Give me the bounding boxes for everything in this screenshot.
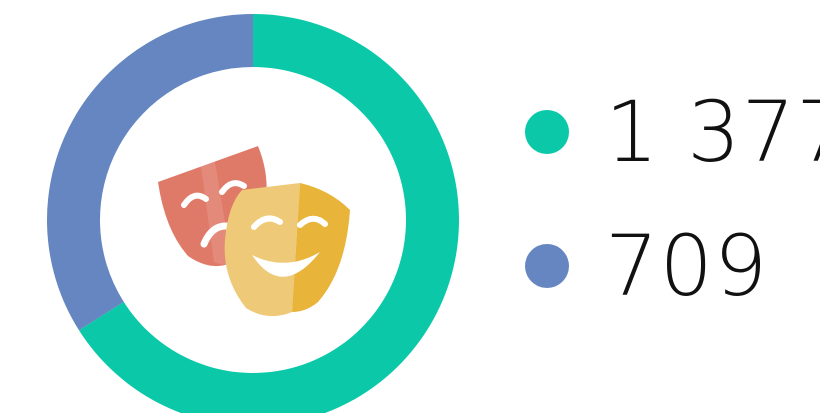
legend-value-series-1: 1 377: [605, 83, 820, 181]
theater-masks-icon: [158, 146, 350, 317]
happy-mask-icon: [224, 183, 350, 317]
chart-widget: 1 377 709: [0, 0, 820, 413]
legend-dot-green: [525, 110, 569, 154]
legend-item-series-2: 709: [525, 206, 768, 326]
legend-item-series-1: 1 377: [525, 72, 820, 192]
legend-value-series-2: 709: [605, 217, 769, 315]
legend-dot-blue: [525, 244, 569, 288]
